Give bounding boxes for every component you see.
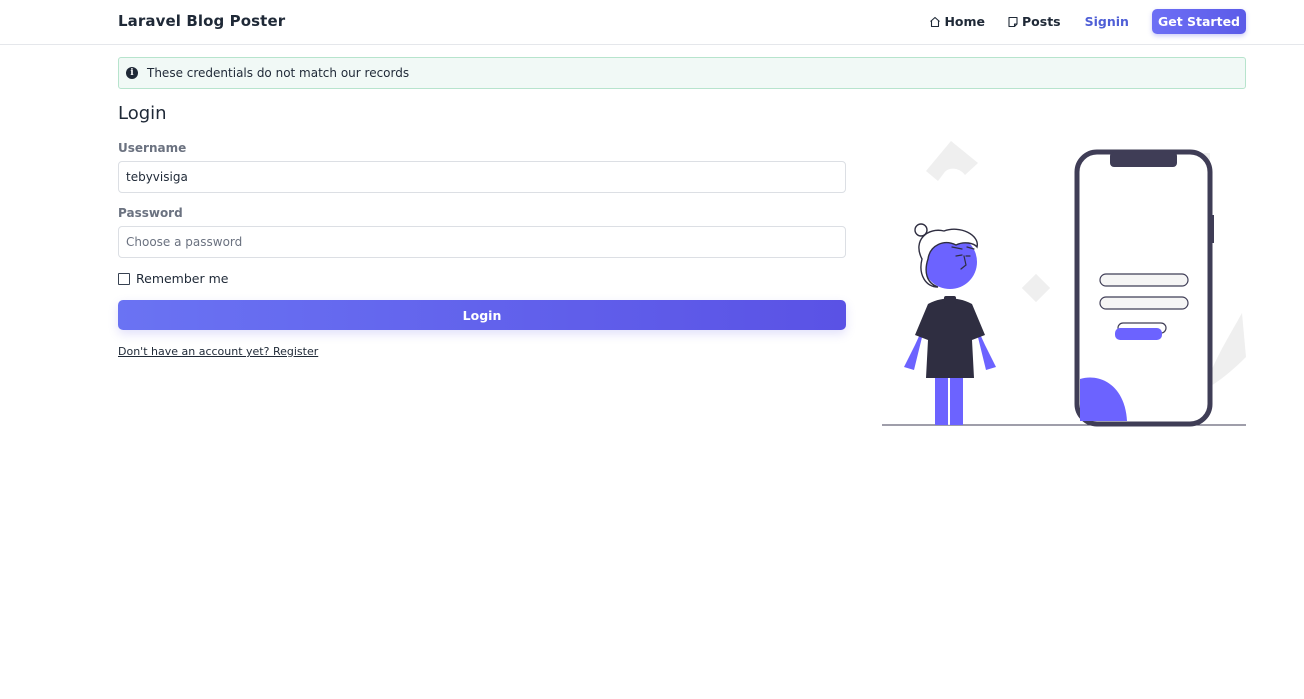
username-label: Username <box>118 141 187 155</box>
nav-link-signin[interactable]: Signin <box>1085 14 1129 29</box>
main-nav: Home Posts Signin Get Started <box>907 9 1246 34</box>
register-link[interactable]: Don't have an account yet? Register <box>118 345 318 358</box>
home-icon <box>930 16 941 27</box>
nav-link-home[interactable]: Home <box>929 14 985 29</box>
page-title: Login <box>118 103 167 124</box>
username-input[interactable] <box>118 161 846 193</box>
remember-label: Remember me <box>136 271 229 286</box>
error-alert: i These credentials do not match our rec… <box>118 57 1246 89</box>
alert-message: These credentials do not match our recor… <box>147 66 410 80</box>
password-label: Password <box>118 206 183 220</box>
nav-link-posts-label: Posts <box>1022 14 1061 29</box>
nav-link-posts[interactable]: Posts <box>1007 14 1061 29</box>
remember-checkbox[interactable] <box>118 272 130 285</box>
nav-link-home-label: Home <box>944 14 986 29</box>
remember-me[interactable]: Remember me <box>118 271 228 286</box>
posts-icon <box>1008 16 1018 27</box>
navbar: Laravel Blog Poster Home Posts Signin Ge… <box>0 0 1304 45</box>
password-input[interactable] <box>118 226 846 258</box>
login-button[interactable]: Login <box>118 300 846 330</box>
info-icon: i <box>126 67 138 79</box>
brand-logo[interactable]: Laravel Blog Poster <box>118 12 285 30</box>
get-started-button[interactable]: Get Started <box>1151 9 1246 34</box>
login-illustration <box>882 141 1246 427</box>
